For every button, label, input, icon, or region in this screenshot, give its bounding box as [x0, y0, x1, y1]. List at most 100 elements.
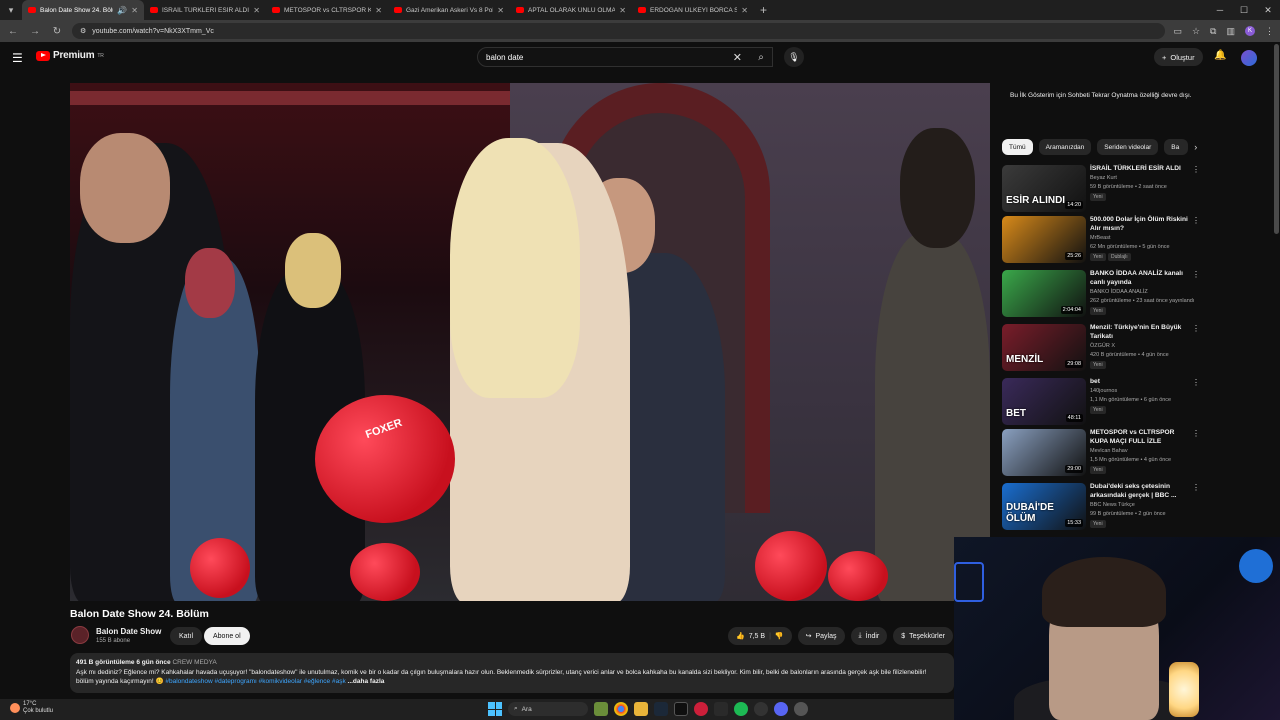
weather-widget[interactable]: 17°C Çok bulutlu	[10, 701, 53, 715]
taskbar-search[interactable]: ⌕ Ara	[508, 702, 588, 716]
chevron-right-icon[interactable]: ›	[1194, 142, 1197, 152]
recommended-channel[interactable]: MrBeast	[1090, 235, 1110, 241]
more-actions-icon[interactable]: ⋮	[1192, 216, 1200, 225]
youtube-logo[interactable]: Premium TR	[36, 50, 104, 61]
video-thumbnail[interactable]: 29:00	[1002, 429, 1086, 476]
video-thumbnail[interactable]: 25:26	[1002, 216, 1086, 263]
bookmark-star-icon[interactable]: ☆	[1192, 26, 1200, 37]
new-tab-icon[interactable]: +	[754, 3, 773, 17]
browser-menu-icon[interactable]: ⋮	[1265, 26, 1274, 37]
tab-search-icon[interactable]: ▾	[0, 0, 22, 20]
recommended-video[interactable]: 29:00 METOSPOR vs CLTRSPOR KUPA MAÇI FULL…	[1002, 429, 1202, 479]
clear-search-icon[interactable]: ✕	[733, 51, 742, 64]
app-icon[interactable]	[714, 702, 728, 716]
close-tab-icon[interactable]: ✕	[131, 6, 138, 15]
browser-tab[interactable]: Gazi Amerikan Askeri Vs 8 Polis ✕	[388, 0, 510, 20]
sidebar-icon[interactable]: ▥	[1226, 26, 1235, 37]
speaker-icon[interactable]: 🔊	[117, 6, 127, 15]
more-actions-icon[interactable]: ⋮	[1192, 324, 1200, 333]
video-description[interactable]: 491 B görüntüleme 6 gün önce CREW MEDYA …	[70, 653, 954, 693]
share-button[interactable]: ↪ Paylaş	[797, 627, 845, 645]
minimize-icon[interactable]: ─	[1208, 0, 1232, 20]
url-field[interactable]: ⚙ youtube.com/watch?v=NkX3XTmm_Vc	[72, 23, 1166, 39]
channel-name[interactable]: Balon Date Show	[96, 627, 161, 636]
recommended-video[interactable]: DUBAİ'DE ÖLÜM 15:33 Dubai'deki seks çetesi…	[1002, 483, 1202, 533]
chrome-icon[interactable]	[614, 702, 628, 716]
chip-all[interactable]: Tümü	[1002, 139, 1033, 155]
browser-tab[interactable]: APTAL OLARAK ÜNLÜ OLMAK ✕	[510, 0, 632, 20]
voice-search-button[interactable]: 🎙	[784, 47, 804, 67]
browser-tab[interactable]: Balon Date Show 24. Bölüm 🔊 ✕	[22, 0, 144, 20]
channel-tag[interactable]: CREW MEDYA	[172, 659, 216, 666]
reload-icon[interactable]: ↻	[50, 26, 64, 37]
close-window-icon[interactable]: ✕	[1256, 0, 1280, 20]
steam-icon[interactable]	[654, 702, 668, 716]
recommended-channel[interactable]: ÖZGÜR X	[1090, 343, 1115, 349]
join-button[interactable]: Katıl	[170, 627, 203, 645]
recommended-title[interactable]: 500.000 Dolar İçin Ölüm Riskini Alır mıs…	[1090, 216, 1190, 233]
obs-icon[interactable]	[754, 702, 768, 716]
epic-games-icon[interactable]	[674, 702, 688, 716]
cast-icon[interactable]: ▭	[1173, 26, 1182, 37]
widgets-icon[interactable]	[594, 702, 608, 716]
recommended-title[interactable]: İSRAİL TÜRKLERİ ESİR ALDI	[1090, 165, 1190, 174]
maximize-icon[interactable]: ☐	[1232, 0, 1256, 20]
recommended-title[interactable]: BANKO İDDAA ANALİZ kanalı canlı yayında	[1090, 270, 1190, 287]
opera-icon[interactable]	[694, 702, 708, 716]
thanks-button[interactable]: $ Teşekkürler	[893, 627, 953, 645]
site-info-icon[interactable]: ⚙	[80, 27, 86, 35]
close-tab-icon[interactable]: ✕	[253, 6, 260, 15]
extensions-icon[interactable]: ⧉	[1210, 26, 1216, 37]
recommended-video[interactable]: ESİR ALINDI 14:20 İSRAİL TÜRKLERİ ESİR ALD…	[1002, 165, 1202, 215]
notifications-bell-icon[interactable]: 🔔	[1214, 50, 1226, 61]
chip-more[interactable]: Ba	[1164, 139, 1189, 155]
browser-tab[interactable]: METOSPOR vs CLTRSPOR KUPA ✕	[266, 0, 388, 20]
close-tab-icon[interactable]: ✕	[375, 6, 382, 15]
chip-from-search[interactable]: Aramanızdan	[1038, 139, 1092, 155]
settings-gear-icon[interactable]	[794, 702, 808, 716]
show-more-link[interactable]: ...daha fazla	[348, 678, 385, 685]
hamburger-menu-icon[interactable]: ☰	[12, 51, 23, 65]
recommended-title[interactable]: Dubai'deki seks çetesinin arkasındaki ge…	[1090, 483, 1190, 500]
video-thumbnail[interactable]: 2:04:04	[1002, 270, 1086, 317]
discord-icon[interactable]	[774, 702, 788, 716]
recommended-title[interactable]: METOSPOR vs CLTRSPOR KUPA MAÇI FULL İZLE	[1090, 429, 1190, 446]
video-thumbnail[interactable]: MENZİL 29:08	[1002, 324, 1086, 371]
close-tab-icon[interactable]: ✕	[497, 6, 504, 15]
hashtags[interactable]: #balondateshow #dateprogramı #komikvideo…	[165, 678, 345, 685]
recommended-channel[interactable]: 140journos	[1090, 388, 1117, 394]
close-tab-icon[interactable]: ✕	[741, 6, 748, 15]
back-icon[interactable]: ←	[6, 26, 20, 37]
browser-tab[interactable]: İSRAİL TÜRKLERİ ESİR ALDI - Yo ✕	[144, 0, 266, 20]
forward-icon[interactable]: →	[28, 26, 42, 37]
more-actions-icon[interactable]: ⋮	[1192, 165, 1200, 174]
recommended-channel[interactable]: BANKO İDDAA ANALİZ	[1090, 289, 1148, 295]
subscribe-button[interactable]: Abone ol	[204, 627, 250, 645]
thumbs-down-icon[interactable]: 👎	[775, 632, 784, 640]
create-button[interactable]: + Oluştur	[1154, 48, 1203, 66]
file-explorer-icon[interactable]	[634, 702, 648, 716]
recommended-video[interactable]: 2:04:04 BANKO İDDAA ANALİZ kanalı canlı y…	[1002, 270, 1202, 320]
close-tab-icon[interactable]: ✕	[619, 6, 626, 15]
recommended-channel[interactable]: BBC News Türkçe	[1090, 502, 1135, 508]
windows-start-icon[interactable]	[488, 702, 502, 716]
search-input[interactable]: balon date ✕	[477, 47, 773, 67]
chip-series[interactable]: Seriden videolar	[1097, 139, 1159, 155]
more-actions-icon[interactable]: ⋮	[1192, 483, 1200, 492]
recommended-channel[interactable]: Beyaz Kurt	[1090, 175, 1117, 181]
recommended-video[interactable]: 25:26 500.000 Dolar İçin Ölüm Riskini Alı…	[1002, 216, 1202, 266]
search-button[interactable]: ⌕	[748, 47, 774, 67]
recommended-title[interactable]: bet	[1090, 378, 1190, 387]
page-scrollbar[interactable]	[1274, 44, 1279, 234]
account-avatar[interactable]	[1241, 50, 1257, 66]
browser-tab[interactable]: ERDOĞAN ÜLKEYİ BORCA SOK ✕	[632, 0, 754, 20]
spotify-icon[interactable]	[734, 702, 748, 716]
recommended-title[interactable]: Menzil: Türkiye'nin En Büyük Tarikatı	[1090, 324, 1190, 341]
browser-profile-icon[interactable]: K	[1245, 26, 1255, 36]
video-thumbnail[interactable]: ESİR ALINDI 14:20	[1002, 165, 1086, 212]
recommended-channel[interactable]: Mevlcan Bahav	[1090, 448, 1128, 454]
recommended-video[interactable]: BET 48:11 bet 140journos 1,1 Mn görüntüleme …	[1002, 378, 1202, 428]
channel-avatar[interactable]	[71, 626, 89, 644]
download-button[interactable]: ⤓ İndir	[850, 627, 888, 645]
more-actions-icon[interactable]: ⋮	[1192, 429, 1200, 438]
